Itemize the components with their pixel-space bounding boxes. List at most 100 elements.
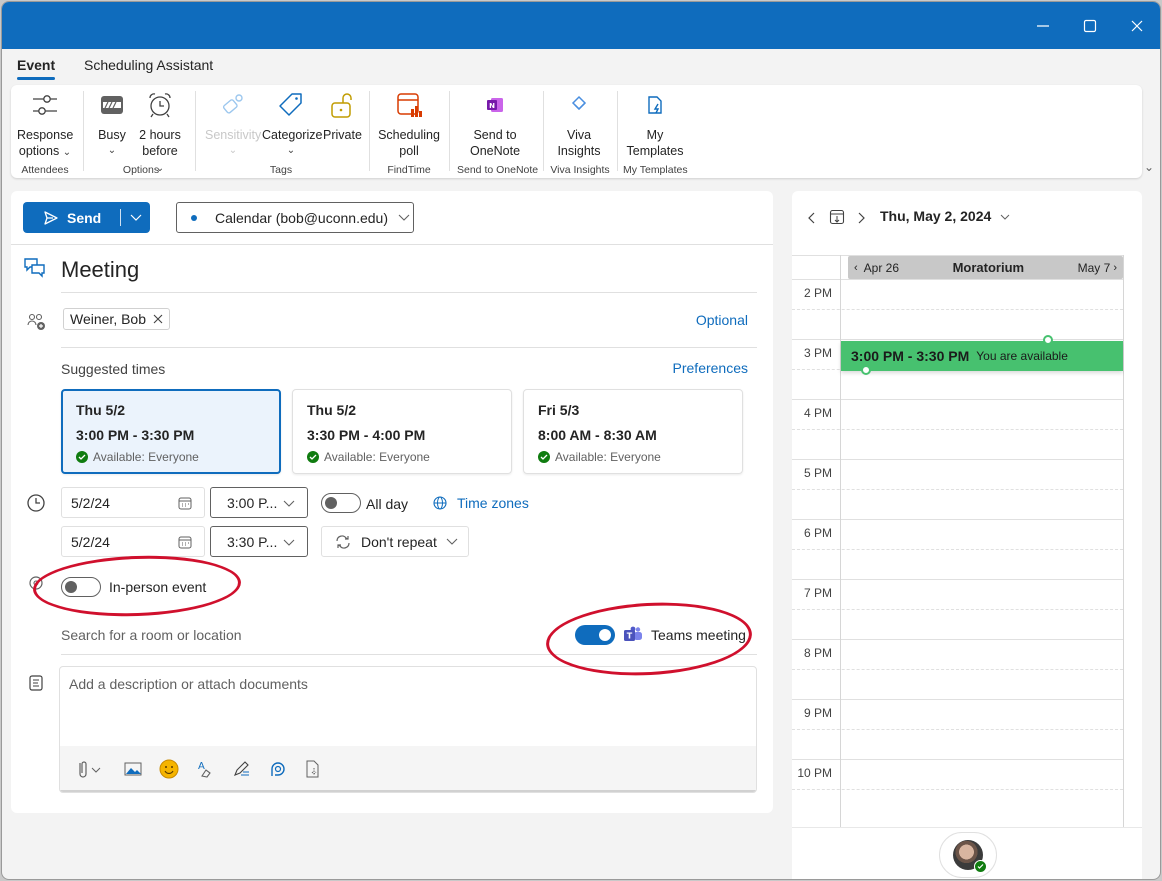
- location-input[interactable]: Search for a room or location: [61, 627, 242, 643]
- loop-button[interactable]: [266, 758, 288, 780]
- categorize-button[interactable]: Categorize ⌄: [262, 89, 323, 159]
- toggle-knob: [325, 497, 337, 509]
- end-time-value: 3:30 P...: [227, 533, 278, 550]
- onenote-icon: N: [487, 98, 503, 112]
- attendee-avatar-button[interactable]: [939, 832, 997, 878]
- busy-button[interactable]: Busy ⌄: [95, 89, 129, 159]
- tab-event[interactable]: Event: [17, 57, 56, 80]
- next-day-chevron-icon[interactable]: [856, 211, 866, 225]
- alarm-clock-icon: [149, 93, 171, 118]
- group-label-findtime: FindTime: [387, 164, 431, 176]
- ribbon-divider: [617, 91, 618, 171]
- hour-row[interactable]: 6 PM: [792, 519, 1123, 579]
- hour-row[interactable]: 4 PM: [792, 399, 1123, 459]
- maximize-button[interactable]: [1078, 14, 1102, 38]
- hour-row[interactable]: 8 PM: [792, 639, 1123, 699]
- remove-attendee-icon[interactable]: [153, 314, 163, 324]
- sensitivity-button[interactable]: Sensitivity ⌄: [205, 89, 261, 159]
- hour-label: 5 PM: [803, 466, 832, 480]
- proposed-event-block[interactable]: 3:00 PM - 3:30 PM You are available: [841, 341, 1123, 371]
- viva-insights-button[interactable]: Viva Insights: [553, 89, 605, 159]
- suggested-time-card[interactable]: Thu 5/2 3:30 PM - 4:00 PM Available: Eve…: [292, 389, 512, 474]
- private-label: Private: [323, 128, 362, 142]
- group-label-onenote: Send to OneNote: [457, 164, 539, 176]
- emoji-button[interactable]: [158, 758, 180, 780]
- minimize-button[interactable]: [1031, 14, 1055, 38]
- categorize-label: Categorize: [262, 128, 323, 142]
- end-time-select[interactable]: 3:30 P...: [210, 526, 308, 557]
- start-date-field[interactable]: 5/2/24: [61, 487, 205, 518]
- minimize-icon: [1037, 25, 1049, 27]
- hour-row[interactable]: 7 PM: [792, 579, 1123, 639]
- maximize-icon: [1083, 19, 1097, 33]
- go-to-today-icon[interactable]: [829, 209, 845, 225]
- start-time-value: 3:00 P...: [227, 494, 278, 511]
- send-options-chevron-icon[interactable]: [130, 214, 142, 222]
- teams-meeting-toggle[interactable]: [575, 625, 615, 645]
- calendar-picker-icon[interactable]: [178, 535, 192, 549]
- response-options-button[interactable]: Response options ⌄: [17, 89, 73, 161]
- calendar-select[interactable]: Calendar (bob@uconn.edu): [176, 202, 414, 233]
- all-day-event-banner[interactable]: ‹ Apr 26 Moratorium May 7 ›: [848, 256, 1123, 279]
- suggested-time-card[interactable]: Thu 5/2 3:00 PM - 3:30 PM Available: Eve…: [61, 389, 281, 474]
- close-icon: [1131, 20, 1143, 32]
- repeat-select[interactable]: Don't repeat: [321, 526, 469, 557]
- scheduling-poll-button[interactable]: Scheduling poll: [377, 89, 441, 159]
- signature-button[interactable]: [230, 758, 252, 780]
- group-label-options: Options: [122, 164, 160, 176]
- hour-row[interactable]: 10 PM: [792, 759, 1123, 819]
- ribbon: Response options ⌄ Attendees Busy ⌄ 2 ho…: [11, 85, 1142, 178]
- title-input[interactable]: Meeting: [61, 257, 139, 283]
- sliders-icon: [33, 95, 57, 115]
- repeat-icon: [336, 534, 350, 549]
- ribbon-divider: [195, 91, 196, 171]
- close-button[interactable]: [1125, 14, 1149, 38]
- suggested-time-card[interactable]: Fri 5/3 8:00 AM - 8:30 AM Available: Eve…: [523, 389, 743, 474]
- suggestion-availability: Available: Everyone: [93, 450, 199, 464]
- private-button[interactable]: Private: [323, 89, 362, 143]
- previous-day-chevron-icon[interactable]: [807, 211, 817, 225]
- chevron-down-icon: [1000, 214, 1010, 220]
- tab-scheduling-assistant[interactable]: Scheduling Assistant: [84, 57, 213, 73]
- insert-file-button[interactable]: [302, 758, 324, 780]
- notes-icon: [29, 675, 43, 691]
- send-button[interactable]: Send: [23, 202, 150, 233]
- hour-row[interactable]: 5 PM: [792, 459, 1123, 519]
- send-icon: [44, 210, 58, 225]
- all-day-toggle[interactable]: [321, 493, 361, 513]
- available-check-icon: [307, 451, 319, 463]
- group-label-tags: Tags: [269, 164, 293, 176]
- event-resize-handle-top[interactable]: [1043, 335, 1053, 345]
- event-resize-handle-bottom[interactable]: [861, 365, 871, 375]
- hour-row[interactable]: 9 PM: [792, 699, 1123, 759]
- end-date-field[interactable]: 5/2/24: [61, 526, 205, 557]
- ribbon-divider: [83, 91, 84, 171]
- ribbon-divider: [369, 91, 370, 171]
- optional-attendees-link[interactable]: Optional: [696, 312, 748, 328]
- grid-right-line: [1123, 255, 1124, 827]
- ribbon-expand-chevron-icon[interactable]: ⌄: [1144, 160, 1154, 174]
- event-status: You are available: [976, 349, 1068, 363]
- chevron-right-icon[interactable]: ›: [1113, 262, 1117, 274]
- chevron-left-icon[interactable]: ‹: [854, 262, 858, 274]
- suggestion-day: Thu 5/2: [76, 402, 126, 418]
- hour-row[interactable]: 2 PM: [792, 279, 1123, 339]
- start-time-select[interactable]: 3:00 P...: [210, 487, 308, 518]
- time-zones-link[interactable]: Time zones: [457, 495, 529, 511]
- attendee-chip[interactable]: Weiner, Bob: [63, 308, 171, 330]
- send-to-onenote-label: Send to: [473, 128, 517, 142]
- insert-picture-button[interactable]: [122, 758, 144, 780]
- description-editor[interactable]: Add a description or attach documents A: [59, 666, 757, 793]
- format-text-button[interactable]: A: [194, 758, 216, 780]
- in-person-event-toggle[interactable]: [61, 577, 101, 597]
- teams-icon: T: [624, 626, 642, 641]
- all-day-label: All day: [366, 496, 409, 512]
- calendar-date-picker[interactable]: Thu, May 2, 2024: [880, 208, 1010, 224]
- send-to-onenote-button[interactable]: N Send to OneNote: [463, 89, 527, 159]
- my-templates-button[interactable]: My Templates: [623, 89, 687, 159]
- send-label: Send: [67, 209, 102, 226]
- preferences-link[interactable]: Preferences: [673, 360, 748, 376]
- attach-button[interactable]: [72, 758, 106, 780]
- busy-label: Busy: [98, 128, 126, 142]
- calendar-picker-icon[interactable]: [178, 496, 192, 510]
